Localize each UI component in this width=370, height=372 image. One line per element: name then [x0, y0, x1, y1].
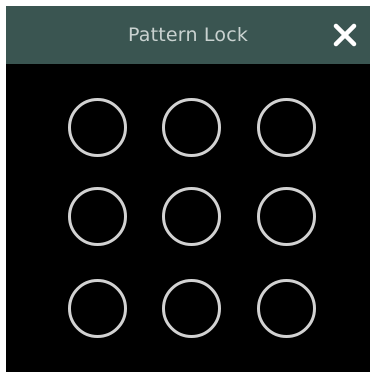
pattern-lock-dialog: Pattern Lock: [0, 0, 370, 372]
pattern-dot-8[interactable]: [162, 279, 221, 338]
pattern-dot-6[interactable]: [257, 187, 316, 246]
pattern-dot-7[interactable]: [68, 279, 127, 338]
dialog-title: Pattern Lock: [127, 24, 249, 46]
pattern-dot-5[interactable]: [162, 187, 221, 246]
pattern-grid: [6, 64, 370, 372]
close-icon[interactable]: [332, 22, 358, 48]
pattern-dot-4[interactable]: [68, 187, 127, 246]
dialog-titlebar: Pattern Lock: [6, 6, 370, 64]
pattern-dot-9[interactable]: [257, 279, 316, 338]
pattern-dot-3[interactable]: [257, 98, 316, 157]
pattern-dot-2[interactable]: [162, 98, 221, 157]
pattern-dot-1[interactable]: [68, 98, 127, 157]
pattern-area: [6, 64, 370, 372]
